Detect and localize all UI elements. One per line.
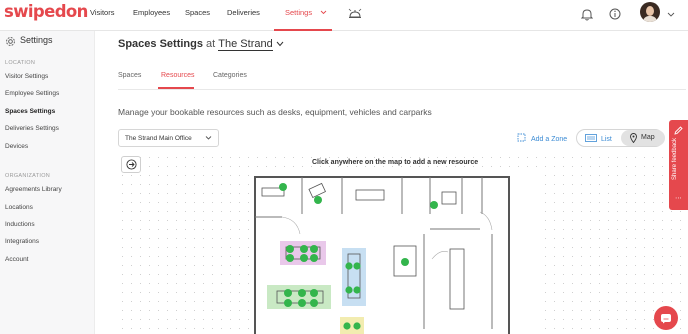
- chevron-down-icon[interactable]: [662, 5, 680, 23]
- add-zone-label: Add a Zone: [530, 136, 568, 143]
- more-icon: ⋯: [675, 194, 682, 202]
- floor-plan: [252, 174, 542, 334]
- arrow-right-circle-icon: [125, 159, 137, 170]
- avatar-body: [643, 16, 657, 22]
- gear-icon: [5, 34, 16, 52]
- zone-icon: [517, 133, 526, 142]
- sidebar-item-employee-settings[interactable]: Employee Settings: [5, 90, 59, 97]
- swipedon-logo[interactable]: swipedon: [4, 2, 88, 21]
- tab-resources[interactable]: Resources: [161, 72, 194, 79]
- avatar-face: [646, 6, 654, 16]
- chevron-down-icon: [320, 10, 327, 15]
- list-icon: [585, 134, 597, 142]
- map-pin-icon: [630, 133, 637, 143]
- avatar[interactable]: [640, 2, 660, 22]
- top-navigation-bar: swipedon Visitors Employees Spaces Deliv…: [0, 0, 688, 31]
- tab-active-underline: [158, 87, 194, 89]
- chat-icon: [661, 313, 671, 323]
- nav-visitors[interactable]: Visitors: [90, 8, 114, 17]
- nav-deliveries[interactable]: Deliveries: [227, 8, 260, 17]
- share-feedback-label: Share feedback: [672, 137, 678, 180]
- sidebar-item-locations[interactable]: Locations: [5, 204, 33, 211]
- nav-spaces[interactable]: Spaces: [185, 8, 210, 17]
- map-view-button[interactable]: Map: [621, 130, 665, 146]
- page-title-text: Spaces Settings: [118, 38, 203, 50]
- chevron-down-icon[interactable]: [276, 41, 284, 47]
- tab-categories[interactable]: Categories: [213, 72, 247, 79]
- page-title-at: at: [206, 38, 216, 50]
- page-description: Manage your bookable resources such as d…: [118, 107, 432, 117]
- reception-bell-icon[interactable]: [346, 5, 364, 23]
- view-toggle: List Map: [576, 129, 665, 147]
- nav-settings[interactable]: Settings: [285, 8, 327, 17]
- sidebar-item-devices[interactable]: Devices: [5, 143, 28, 150]
- office-dropdown[interactable]: The Strand Main Office: [118, 129, 219, 147]
- add-zone-button[interactable]: Add a Zone: [517, 133, 567, 143]
- sidebar-item-spaces-settings[interactable]: Spaces Settings: [5, 108, 55, 115]
- sidebar-item-visitor-settings[interactable]: Visitor Settings: [5, 73, 48, 80]
- nav-settings-label: Settings: [285, 8, 313, 17]
- map-view-label: Map: [641, 134, 655, 141]
- sidebar-item-integrations[interactable]: Integrations: [5, 238, 39, 245]
- info-icon[interactable]: [606, 5, 624, 23]
- sidebar-item-deliveries-settings[interactable]: Deliveries Settings: [5, 125, 59, 132]
- nav-employees[interactable]: Employees: [133, 8, 170, 17]
- sidebar-item-agreements-library[interactable]: Agreements Library: [5, 186, 62, 193]
- floor-map-canvas[interactable]: Click anywhere on the map to add a new r…: [118, 153, 688, 334]
- location-selector[interactable]: The Strand: [218, 38, 273, 51]
- sidebar-section-organization: ORGANIZATION: [5, 173, 51, 179]
- sidebar-item-inductions[interactable]: Inductions: [5, 221, 35, 228]
- tab-spaces[interactable]: Spaces: [118, 72, 141, 79]
- collapse-panel-button[interactable]: [121, 156, 141, 173]
- office-dropdown-value: The Strand Main Office: [125, 135, 192, 142]
- chat-launcher-button[interactable]: [654, 306, 678, 330]
- sidebar-title: Settings: [20, 35, 53, 45]
- sidebar-section-location: LOCATION: [5, 60, 36, 66]
- page-title: Spaces Settings at The Strand: [118, 38, 284, 51]
- list-view-button[interactable]: List: [585, 134, 612, 143]
- main-content: Spaces Settings at The Strand Spaces Res…: [96, 31, 688, 334]
- list-view-label: List: [600, 136, 612, 143]
- map-hint: Click anywhere on the map to add a new r…: [312, 159, 479, 166]
- chevron-down-icon: [205, 136, 212, 140]
- sidebar-item-account[interactable]: Account: [5, 256, 29, 263]
- tabs-divider: [118, 89, 686, 90]
- share-feedback-tab[interactable]: Share feedback ⋯: [669, 120, 688, 210]
- settings-sidebar: Settings LOCATION Visitor Settings Emplo…: [0, 31, 95, 334]
- notification-bell-icon[interactable]: [578, 5, 596, 23]
